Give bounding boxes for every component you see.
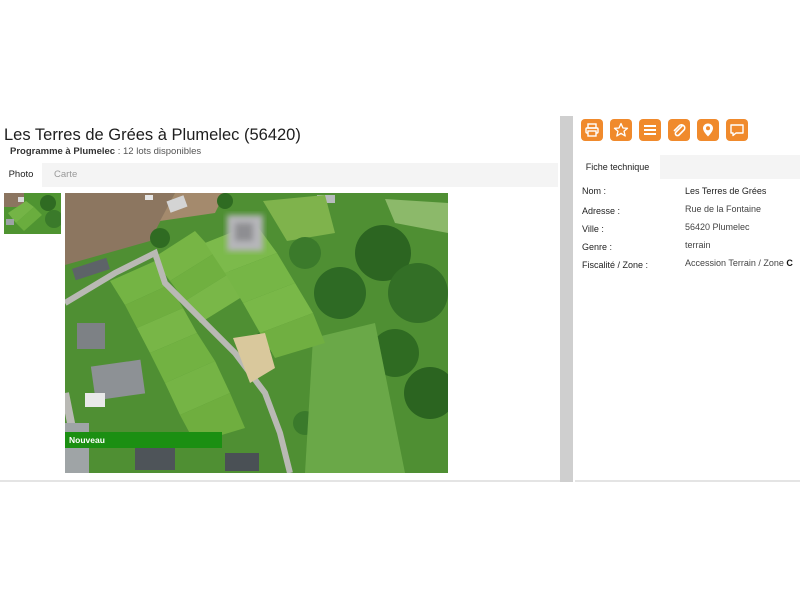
zone-text: Accession Terrain / Zone [685, 258, 787, 268]
spec-label: Nom : [582, 186, 607, 196]
paperclip-icon [673, 124, 686, 137]
tab-fiche-technique[interactable]: Fiche technique [575, 155, 660, 179]
aerial-photo[interactable] [65, 193, 448, 473]
spec-label: Fiscalité / Zone : [582, 260, 649, 270]
panel-divider [560, 116, 573, 482]
photo-thumbnail[interactable] [4, 193, 61, 234]
list-icon [644, 125, 656, 135]
spec-value: 56420 Plumelec [685, 222, 750, 232]
programme-label: Programme à Plumelec [10, 146, 116, 157]
spec-value: Accession Terrain / Zone C [685, 258, 793, 268]
left-panel-bottom-border [0, 480, 560, 482]
print-button[interactable] [581, 119, 603, 141]
spec-value: terrain [685, 240, 711, 250]
spec-label: Genre : [582, 242, 613, 252]
new-badge: Nouveau [65, 432, 222, 448]
media-tab-bar: Photo Carte [0, 163, 558, 187]
spec-value: Rue de la Fontaine [685, 204, 762, 214]
attachment-button[interactable] [668, 119, 690, 141]
fiche-tab-bar: Fiche technique [575, 155, 800, 179]
listing-title: Les Terres de Grées à Plumelec (56420) [4, 126, 301, 144]
spec-label: Ville : [582, 224, 604, 234]
tab-carte[interactable]: Carte [54, 163, 77, 187]
comment-icon [730, 124, 744, 137]
tab-photo[interactable]: Photo [0, 163, 42, 187]
lots-available-text: : 12 lots disponibles [115, 146, 202, 157]
favorite-button[interactable] [610, 119, 632, 141]
star-icon [613, 122, 629, 137]
listing-page: Les Terres de Grées à Plumelec (56420) P… [0, 0, 800, 600]
spec-label: Adresse : [582, 206, 621, 216]
spec-value: Les Terres de Grées [685, 186, 767, 196]
comment-button[interactable] [726, 119, 748, 141]
listing-subtitle: Programme à Plumelec : 12 lots disponibl… [10, 146, 201, 157]
list-button[interactable] [639, 119, 661, 141]
print-icon [585, 123, 599, 137]
map-location-button[interactable] [697, 119, 719, 141]
right-panel-bottom-border [575, 480, 800, 482]
zone-code: C [786, 258, 793, 268]
map-pin-icon [703, 123, 713, 137]
